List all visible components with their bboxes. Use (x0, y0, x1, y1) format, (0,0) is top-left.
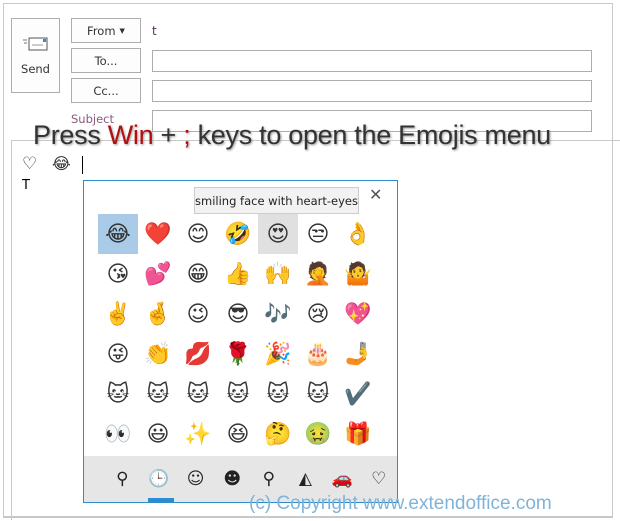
to-button[interactable]: To... (71, 48, 141, 73)
emoji-cell[interactable]: 😁 (178, 254, 218, 294)
emoji-cell[interactable]: 😃 (138, 414, 178, 454)
car-icon: 🚗 (331, 469, 353, 489)
balloon-icon: ⚲ (262, 469, 276, 489)
cc-button[interactable]: Cc... (71, 78, 141, 103)
instruction-caption: Press Win + ; keys to open the Emojis me… (33, 120, 551, 150)
recent-clock-icon: 🕒 (148, 469, 170, 489)
emoji-cell[interactable]: 🤔 (258, 414, 298, 454)
emoji-cell[interactable]: 😒 (298, 214, 338, 254)
send-label: Send (21, 61, 50, 76)
emoji-cell[interactable]: 💖 (338, 294, 378, 334)
cc-input[interactable] (152, 80, 592, 102)
heart-icon: ♡ (371, 469, 387, 489)
close-icon[interactable]: ✕ (369, 185, 382, 204)
emoji-cell[interactable]: 🤦 (298, 254, 338, 294)
emoji-cell[interactable]: 😊 (178, 214, 218, 254)
emoji-cell[interactable]: 👍 (218, 254, 258, 294)
emoji-cell[interactable]: ❤️ (138, 214, 178, 254)
emoji-cell[interactable]: 🤣 (218, 214, 258, 254)
emoji-grid: 😂 ❤️ 😊 🤣 😍 😒 👌 😘 💕 😁 👍 🙌 🤦 🤷 ✌️ 🤞 😉 😎 🎶 😢 💖 😜 👏 💋 🌹 🎉 🎂 🤳 🐱 🐱 🐱 🐱 🐱 🐱 ✔️ 👀 😃… (98, 214, 378, 454)
smiley-icon: ☺ (186, 469, 205, 489)
emoji-cell[interactable]: 🌹 (218, 334, 258, 374)
emoji-cell[interactable]: 🐱 (138, 374, 178, 414)
emoji-cell[interactable]: 😉 (178, 294, 218, 334)
to-input[interactable] (152, 50, 592, 72)
emoji-cell[interactable]: 🎁 (338, 414, 378, 454)
from-button[interactable]: From ▼ (71, 18, 141, 43)
emoji-cell[interactable]: 🐱 (298, 374, 338, 414)
emoji-cell[interactable]: 🐱 (178, 374, 218, 414)
emoji-cell[interactable]: 🐱 (218, 374, 258, 414)
emoji-cell[interactable]: 🎉 (258, 334, 298, 374)
chevron-down-icon: ▼ (119, 26, 125, 35)
emoji-tooltip: smiling face with heart-eyes (194, 187, 359, 214)
from-value: t (152, 24, 157, 38)
emoji-cell[interactable]: 🎂 (298, 334, 338, 374)
emoji-cell[interactable]: 🤷 (338, 254, 378, 294)
emoji-cell[interactable]: 💕 (138, 254, 178, 294)
text-cursor (82, 156, 83, 174)
emoji-cell[interactable]: 😜 (98, 334, 138, 374)
envelope-icon (22, 37, 47, 50)
emoji-panel: smiling face with heart-eyes ✕ 😂 ❤️ 😊 🤣 😍 😒 👌 😘… (83, 180, 398, 503)
emoji-cell[interactable]: 🐱 (258, 374, 298, 414)
from-label: From (87, 23, 116, 38)
emoji-cell[interactable]: 😍 (258, 214, 298, 254)
body-emoji: 😂 (52, 154, 71, 173)
pizza-icon: ◭ (298, 469, 312, 489)
emoji-cell[interactable]: 😢 (298, 294, 338, 334)
emoji-cell[interactable]: 🤢 (298, 414, 338, 454)
emoji-cell[interactable]: 💋 (178, 334, 218, 374)
emoji-cell[interactable]: 😆 (218, 414, 258, 454)
emoji-cell[interactable]: ✔️ (338, 374, 378, 414)
tab-smiley-icon[interactable]: ☺ (177, 456, 214, 502)
emoji-cell[interactable]: 👀 (98, 414, 138, 454)
body-text: T (22, 178, 30, 193)
body-heart: ♡ (22, 154, 38, 174)
emoji-cell[interactable]: 😘 (98, 254, 138, 294)
copyright-watermark: (c) Copyright www.extendoffice.com (249, 493, 552, 514)
people-icon: ☻ (223, 469, 242, 489)
emoji-cell[interactable]: 🤳 (338, 334, 378, 374)
emoji-cell[interactable]: ✨ (178, 414, 218, 454)
tab-recent-clock-icon[interactable]: 🕒 (141, 456, 178, 502)
send-button[interactable]: Send (11, 18, 60, 93)
emoji-cell[interactable]: 😂 (98, 214, 138, 254)
emoji-cell[interactable]: 👌 (338, 214, 378, 254)
search-icon: ⚲ (116, 469, 129, 489)
tab-people-icon[interactable]: ☻ (214, 456, 251, 502)
emoji-cell[interactable]: 🤞 (138, 294, 178, 334)
emoji-cell[interactable]: 🐱 (98, 374, 138, 414)
emoji-cell[interactable]: ✌️ (98, 294, 138, 334)
emoji-cell[interactable]: 🎶 (258, 294, 298, 334)
emoji-cell[interactable]: 👏 (138, 334, 178, 374)
emoji-cell[interactable]: 🙌 (258, 254, 298, 294)
tab-search-icon[interactable]: ⚲ (104, 456, 141, 502)
emoji-cell[interactable]: 😎 (218, 294, 258, 334)
